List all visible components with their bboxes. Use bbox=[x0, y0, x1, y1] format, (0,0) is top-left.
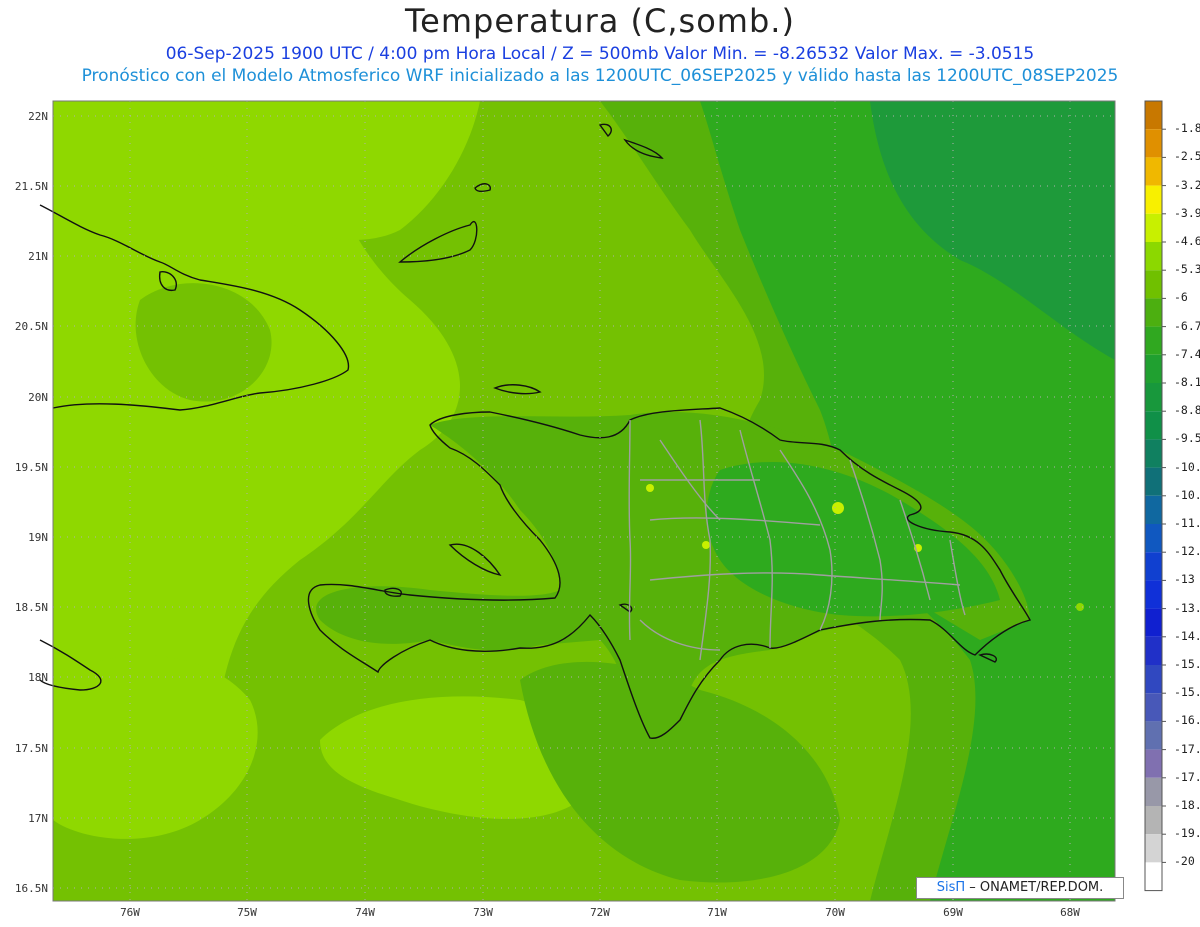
lat-tick: 20N bbox=[28, 391, 48, 404]
colorbar-label: -5.3 bbox=[1174, 262, 1200, 277]
lat-tick: 21N bbox=[28, 250, 48, 263]
lon-tick: 72W bbox=[590, 906, 610, 919]
colorbar-label: -17.9 bbox=[1174, 769, 1200, 784]
colorbar-swatch bbox=[1145, 411, 1162, 440]
lat-tick: 21.5N bbox=[15, 180, 48, 193]
lat-tick: 19N bbox=[28, 531, 48, 544]
colorbar-label: -8.8 bbox=[1174, 403, 1200, 418]
colorbar-label: -6 bbox=[1174, 290, 1188, 305]
colorbar-label: -13.7 bbox=[1174, 600, 1200, 615]
lat-tick: 22N bbox=[28, 110, 48, 123]
colorbar-swatch bbox=[1145, 185, 1162, 214]
colorbar-label: -16.5 bbox=[1174, 713, 1200, 728]
colorbar-label: -9.5 bbox=[1174, 431, 1200, 446]
colorbar-swatch bbox=[1145, 298, 1162, 327]
credit-logo: SisΠ bbox=[936, 880, 966, 895]
colorbar-label: -3.9 bbox=[1174, 205, 1200, 220]
colorbar-swatch bbox=[1145, 608, 1162, 637]
colorbar-label: -20 bbox=[1174, 854, 1195, 869]
colorbar-label: -12.3 bbox=[1174, 544, 1200, 559]
lat-tick: 18N bbox=[28, 671, 48, 684]
colorbar-label: -15.1 bbox=[1174, 657, 1200, 671]
colorbar-swatch bbox=[1145, 129, 1162, 158]
colorbar-label: -10.2 bbox=[1174, 459, 1200, 474]
lon-tick: 69W bbox=[943, 906, 963, 919]
lon-tick: 75W bbox=[237, 906, 257, 919]
colorbar-swatch bbox=[1145, 580, 1162, 609]
colorbar-swatch bbox=[1145, 749, 1162, 778]
credit-text: – ONAMET/REP.DOM. bbox=[965, 880, 1104, 895]
colorbar-label: -18.6 bbox=[1174, 798, 1200, 812]
warm-spot bbox=[702, 541, 710, 549]
colorbar-swatch bbox=[1145, 270, 1162, 299]
colorbar-swatch bbox=[1145, 693, 1162, 722]
lon-tick: 74W bbox=[355, 906, 375, 919]
colorbar-swatch bbox=[1145, 665, 1162, 694]
lon-tick: 73W bbox=[473, 906, 493, 919]
colorbar-label: -2.5 bbox=[1174, 149, 1200, 164]
lon-tick: 70W bbox=[825, 906, 845, 919]
colorbar-label: -17.2 bbox=[1174, 741, 1200, 756]
warm-spot bbox=[646, 484, 654, 492]
colorbar-swatch bbox=[1145, 242, 1162, 271]
lat-tick: 17N bbox=[28, 812, 48, 825]
colorbar-swatch bbox=[1145, 326, 1162, 355]
lon-tick: 71W bbox=[707, 906, 727, 919]
lon-tick: 68W bbox=[1060, 906, 1080, 919]
latitude-axis: 22N 21.5N 21N 20.5N 20N 19.5N 19N 18.5N … bbox=[15, 110, 48, 895]
colorbar-label: -14.4 bbox=[1174, 628, 1200, 643]
colorbar-label: -11.6 bbox=[1174, 516, 1200, 530]
temperature-map: 22N 21.5N 21N 20.5N 20N 19.5N 19N 18.5N … bbox=[15, 100, 1166, 919]
colorbar-swatch bbox=[1145, 467, 1162, 496]
lat-tick: 17.5N bbox=[15, 742, 48, 755]
colorbar-label: -4.6 bbox=[1174, 234, 1200, 248]
lat-tick: 19.5N bbox=[15, 461, 48, 474]
colorbar-swatch bbox=[1145, 834, 1162, 863]
colorbar-label: -7.4 bbox=[1174, 346, 1200, 361]
colorbar-label: -13 bbox=[1174, 572, 1195, 587]
colorbar-swatch bbox=[1145, 862, 1162, 891]
colorbar-swatch bbox=[1145, 721, 1162, 750]
colorbar-swatch bbox=[1145, 777, 1162, 806]
colorbar-label: -8.1 bbox=[1174, 375, 1200, 389]
warm-spot bbox=[832, 502, 844, 514]
colorbar bbox=[1144, 100, 1166, 892]
lon-tick: 76W bbox=[120, 906, 140, 919]
colorbar-swatch bbox=[1145, 213, 1162, 242]
colorbar-swatch bbox=[1145, 383, 1162, 412]
lat-tick: 20.5N bbox=[15, 320, 48, 333]
colorbar-label: -10.9 bbox=[1174, 487, 1200, 502]
colorbar-swatch bbox=[1145, 524, 1162, 553]
colorbar-label: -15.8 bbox=[1174, 685, 1200, 700]
colorbar-label: -1.8 bbox=[1174, 121, 1200, 136]
colorbar-swatch bbox=[1145, 636, 1162, 665]
colorbar-swatch bbox=[1145, 552, 1162, 581]
colorbar-label: -19.3 bbox=[1174, 826, 1200, 841]
colorbar-swatch bbox=[1145, 157, 1162, 186]
longitude-axis: 76W 75W 74W 73W 72W 71W 70W 69W 68W bbox=[120, 906, 1080, 919]
lat-tick: 18.5N bbox=[15, 601, 48, 614]
colorbar-label: -6.7 bbox=[1174, 318, 1200, 333]
colorbar-label: -3.2 bbox=[1174, 177, 1200, 192]
colorbar-swatch bbox=[1145, 439, 1162, 468]
credit-box: SisΠ – ONAMET/REP.DOM. bbox=[916, 877, 1124, 899]
colorbar-swatch bbox=[1145, 354, 1162, 383]
colorbar-swatch bbox=[1145, 495, 1162, 524]
colorbar-swatch bbox=[1145, 101, 1162, 130]
colorbar-swatch bbox=[1145, 806, 1162, 835]
lat-tick: 16.5N bbox=[15, 882, 48, 895]
